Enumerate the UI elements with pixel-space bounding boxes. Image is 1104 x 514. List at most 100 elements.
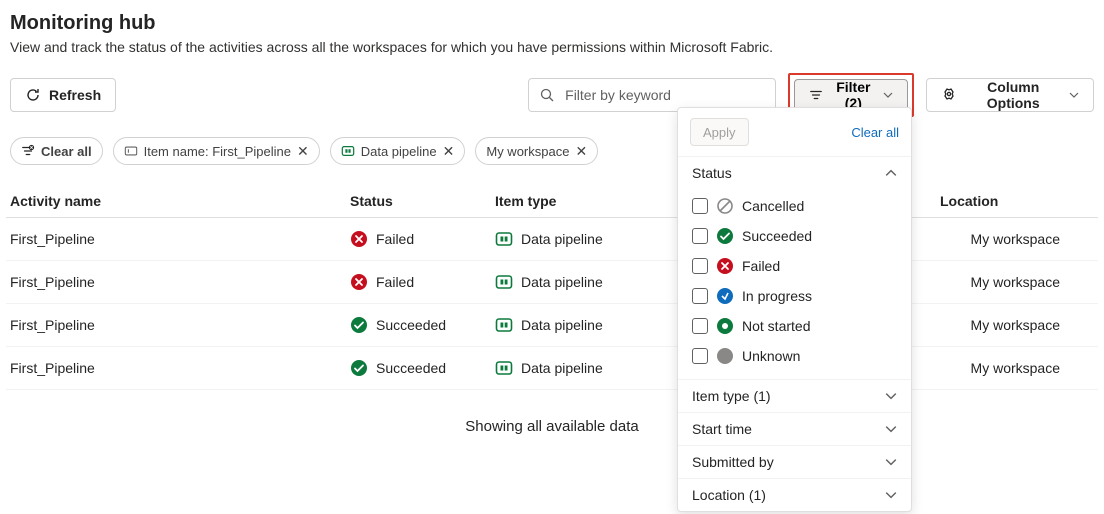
clear-all-label: Clear all <box>41 144 92 159</box>
panel-section-status[interactable]: Status <box>678 156 911 189</box>
cell-activity: First_Pipeline <box>10 231 350 247</box>
table-row[interactable]: First_PipelineSucceededData pipeline3:42… <box>6 304 1098 347</box>
cell-item-type: Data pipeline <box>495 359 680 377</box>
status-text: Succeeded <box>376 317 446 333</box>
pipeline-icon <box>495 316 513 334</box>
toolbar: Refresh Filter (2) Column Options <box>6 73 1098 117</box>
panel-section-location-label: Location (1) <box>692 487 766 503</box>
pipeline-icon <box>495 230 513 248</box>
checkbox[interactable] <box>692 348 708 364</box>
cell-location: My workspace <box>940 231 1100 247</box>
filter-option-cancelled[interactable]: Cancelled <box>692 191 897 221</box>
status-text: Failed <box>376 274 414 290</box>
filter-option-failed[interactable]: Failed <box>692 251 897 281</box>
text-field-icon <box>124 144 138 158</box>
status-text: Succeeded <box>376 360 446 376</box>
chip-data-pipeline[interactable]: Data pipeline ✕ <box>330 137 466 165</box>
panel-section-start-time[interactable]: Start time <box>678 412 911 445</box>
panel-section-start-time-label: Start time <box>692 421 752 437</box>
status-icon <box>350 273 368 291</box>
checkbox[interactable] <box>692 318 708 334</box>
filter-panel: Apply Clear all Status Cancelled Succeede… <box>677 107 912 512</box>
clear-filter-icon <box>21 144 35 158</box>
status-icon <box>716 347 734 365</box>
refresh-label: Refresh <box>49 87 101 103</box>
filter-option-notstarted[interactable]: Not started <box>692 311 897 341</box>
clear-all-chip[interactable]: Clear all <box>10 137 103 165</box>
chip-item-name[interactable]: Item name: First_Pipeline ✕ <box>113 137 320 165</box>
panel-clear-all[interactable]: Clear all <box>851 125 899 140</box>
checkbox[interactable] <box>692 228 708 244</box>
search-icon <box>539 87 555 103</box>
page-title: Monitoring hub <box>10 12 1098 35</box>
cell-item-type: Data pipeline <box>495 316 680 334</box>
refresh-button[interactable]: Refresh <box>10 78 116 112</box>
chevron-down-icon <box>1069 90 1079 100</box>
search-input[interactable] <box>563 86 765 104</box>
status-text: Failed <box>376 231 414 247</box>
table-row[interactable]: First_PipelineSucceededData pipeline6:08… <box>6 347 1098 390</box>
pipeline-icon <box>495 359 513 377</box>
chip-my-workspace[interactable]: My workspace ✕ <box>475 137 598 165</box>
filter-option-label: Unknown <box>742 348 800 364</box>
status-icon <box>350 230 368 248</box>
pipeline-icon <box>341 144 355 158</box>
panel-section-item-type[interactable]: Item type (1) <box>678 379 911 412</box>
status-icon <box>716 197 734 215</box>
status-icon <box>350 359 368 377</box>
chip-label: Data pipeline <box>361 144 437 159</box>
cell-status: Failed <box>350 230 495 248</box>
column-options-button[interactable]: Column Options <box>926 78 1094 112</box>
panel-section-submitted-by-label: Submitted by <box>692 454 774 470</box>
col-activity[interactable]: Activity name <box>10 193 350 209</box>
status-icon <box>716 227 734 245</box>
filter-option-inprogress[interactable]: In progress <box>692 281 897 311</box>
chip-label: Item name: First_Pipeline <box>144 144 291 159</box>
status-icon <box>716 317 734 335</box>
col-item-type[interactable]: Item type <box>495 193 680 209</box>
close-icon[interactable]: ✕ <box>443 143 455 160</box>
cell-activity: First_Pipeline <box>10 274 350 290</box>
table-header: Activity name Status Item type Start tim… <box>6 185 1098 218</box>
refresh-icon <box>25 87 41 103</box>
pipeline-icon <box>495 273 513 291</box>
chevron-down-icon <box>885 390 897 402</box>
table-row[interactable]: First_PipelineFailedData pipeline4:15 PM… <box>6 261 1098 304</box>
item-type-text: Data pipeline <box>521 317 603 333</box>
col-location[interactable]: Location <box>940 193 1100 209</box>
panel-section-status-label: Status <box>692 165 732 181</box>
checkbox[interactable] <box>692 258 708 274</box>
column-options-label: Column Options <box>965 79 1061 111</box>
filter-option-label: Succeeded <box>742 228 812 244</box>
chevron-down-icon <box>885 456 897 468</box>
cell-item-type: Data pipeline <box>495 273 680 291</box>
col-status[interactable]: Status <box>350 193 495 209</box>
close-icon[interactable]: ✕ <box>297 143 309 160</box>
checkbox[interactable] <box>692 198 708 214</box>
chevron-down-icon <box>883 90 893 100</box>
apply-button[interactable]: Apply <box>690 118 749 146</box>
filter-chips: Clear all Item name: First_Pipeline ✕ Da… <box>6 137 1098 165</box>
panel-section-submitted-by[interactable]: Submitted by <box>678 445 911 478</box>
filter-option-label: In progress <box>742 288 812 304</box>
panel-section-item-type-label: Item type (1) <box>692 388 771 404</box>
filter-option-succeeded[interactable]: Succeeded <box>692 221 897 251</box>
cell-location: My workspace <box>940 360 1100 376</box>
close-icon[interactable]: ✕ <box>575 143 587 160</box>
status-icon <box>716 287 734 305</box>
activities-table: Activity name Status Item type Start tim… <box>6 185 1098 390</box>
panel-section-location[interactable]: Location (1) <box>678 478 911 511</box>
checkbox[interactable] <box>692 288 708 304</box>
status-icon <box>716 257 734 275</box>
chevron-down-icon <box>885 423 897 435</box>
table-footer-message: Showing all available data <box>6 390 1098 435</box>
filter-option-label: Not started <box>742 318 810 334</box>
filter-icon <box>809 88 823 102</box>
chevron-up-icon <box>885 167 897 179</box>
table-row[interactable]: First_PipelineFailedData pipeline3:40 PM… <box>6 218 1098 261</box>
cell-status: Succeeded <box>350 359 495 377</box>
cell-status: Failed <box>350 273 495 291</box>
filter-option-unknown[interactable]: Unknown <box>692 341 897 371</box>
status-icon <box>350 316 368 334</box>
item-type-text: Data pipeline <box>521 231 603 247</box>
